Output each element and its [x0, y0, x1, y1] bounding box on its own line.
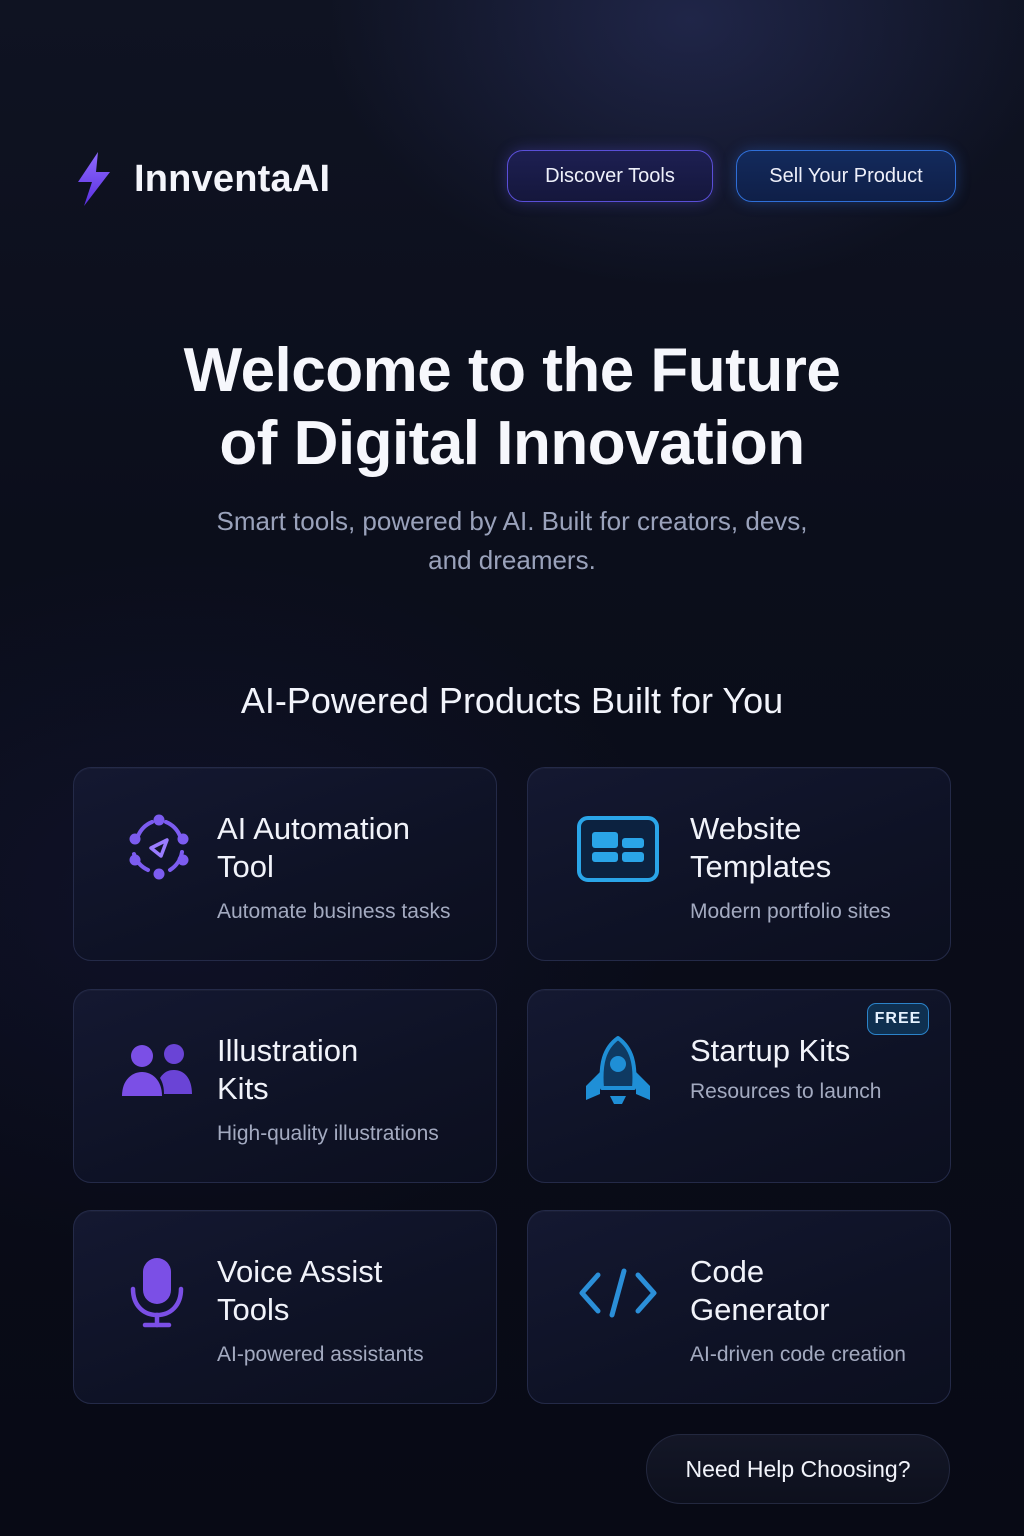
card-title-line-1: Voice Assist: [217, 1254, 383, 1289]
product-card-startup-kits[interactable]: FREE Startup Kits Resources to launch: [527, 989, 951, 1183]
people-icon: [120, 1038, 194, 1102]
card-title-line-2: Generator: [690, 1292, 830, 1327]
product-card-voice-assist[interactable]: Voice Assist Tools AI-powered assistants: [73, 1210, 497, 1404]
card-title-line-1: Code: [690, 1254, 765, 1289]
sell-your-product-button[interactable]: Sell Your Product: [736, 150, 956, 202]
free-badge: FREE: [867, 1003, 929, 1035]
hero-subtitle: Smart tools, powered by AI. Built for cr…: [162, 502, 862, 580]
discover-tools-button[interactable]: Discover Tools: [507, 150, 713, 202]
automation-network-icon: [124, 812, 192, 882]
card-description: Resources to launch: [690, 1080, 882, 1103]
lightning-bolt-icon: [78, 152, 110, 206]
card-title-line-2: Tools: [217, 1292, 290, 1327]
hero-title-line-1: Welcome to the Future: [183, 336, 841, 405]
card-title: Startup Kits: [690, 1032, 950, 1070]
card-title-line-1: AI Automation: [217, 811, 411, 846]
product-card-code-generator[interactable]: Code Generator AI-driven code creation: [527, 1210, 951, 1404]
microphone-icon: [128, 1255, 186, 1329]
card-title-line-1: Website: [690, 811, 802, 846]
hero-subtitle-line-1: Smart tools, powered by AI. Built for cr…: [216, 506, 808, 536]
need-help-choosing-button[interactable]: Need Help Choosing?: [646, 1434, 950, 1504]
website-template-icon: [576, 814, 660, 884]
section-title: AI-Powered Products Built for You: [240, 680, 784, 721]
brand-logo[interactable]: InnventaAI: [74, 150, 330, 208]
hero-title-line-2: of Digital Innovation: [219, 409, 805, 478]
card-title-line-1: Startup Kits: [690, 1033, 851, 1068]
code-brackets-icon: [578, 1267, 658, 1319]
card-description: Modern portfolio sites: [690, 900, 891, 923]
card-title: Website Templates: [690, 810, 950, 886]
card-title-line-2: Templates: [690, 849, 832, 884]
card-title: AI Automation Tool: [217, 810, 477, 886]
card-title-line-2: Tool: [217, 849, 274, 884]
card-title-line-1: Illustration: [217, 1033, 359, 1068]
card-title: Code Generator: [690, 1253, 950, 1329]
brand-name: InnventaAI: [134, 157, 331, 200]
card-title: Voice Assist Tools: [217, 1253, 477, 1329]
card-title-line-2: Kits: [217, 1071, 269, 1106]
card-description: AI-powered assistants: [217, 1343, 424, 1366]
rocket-icon: [582, 1034, 654, 1112]
card-description: Automate business tasks: [217, 900, 451, 923]
card-description: High-quality illustrations: [217, 1122, 439, 1145]
product-card-ai-automation[interactable]: AI Automation Tool Automate business tas…: [73, 767, 497, 961]
hero-title: Welcome to the Future of Digital Innovat…: [112, 334, 912, 480]
product-card-website-templates[interactable]: Website Templates Modern portfolio sites: [527, 767, 951, 961]
product-card-illustration-kits[interactable]: Illustration Kits High-quality illustrat…: [73, 989, 497, 1183]
hero-subtitle-line-2: and dreamers.: [428, 545, 596, 575]
card-title: Illustration Kits: [217, 1032, 477, 1108]
card-description: AI-driven code creation: [690, 1343, 906, 1366]
